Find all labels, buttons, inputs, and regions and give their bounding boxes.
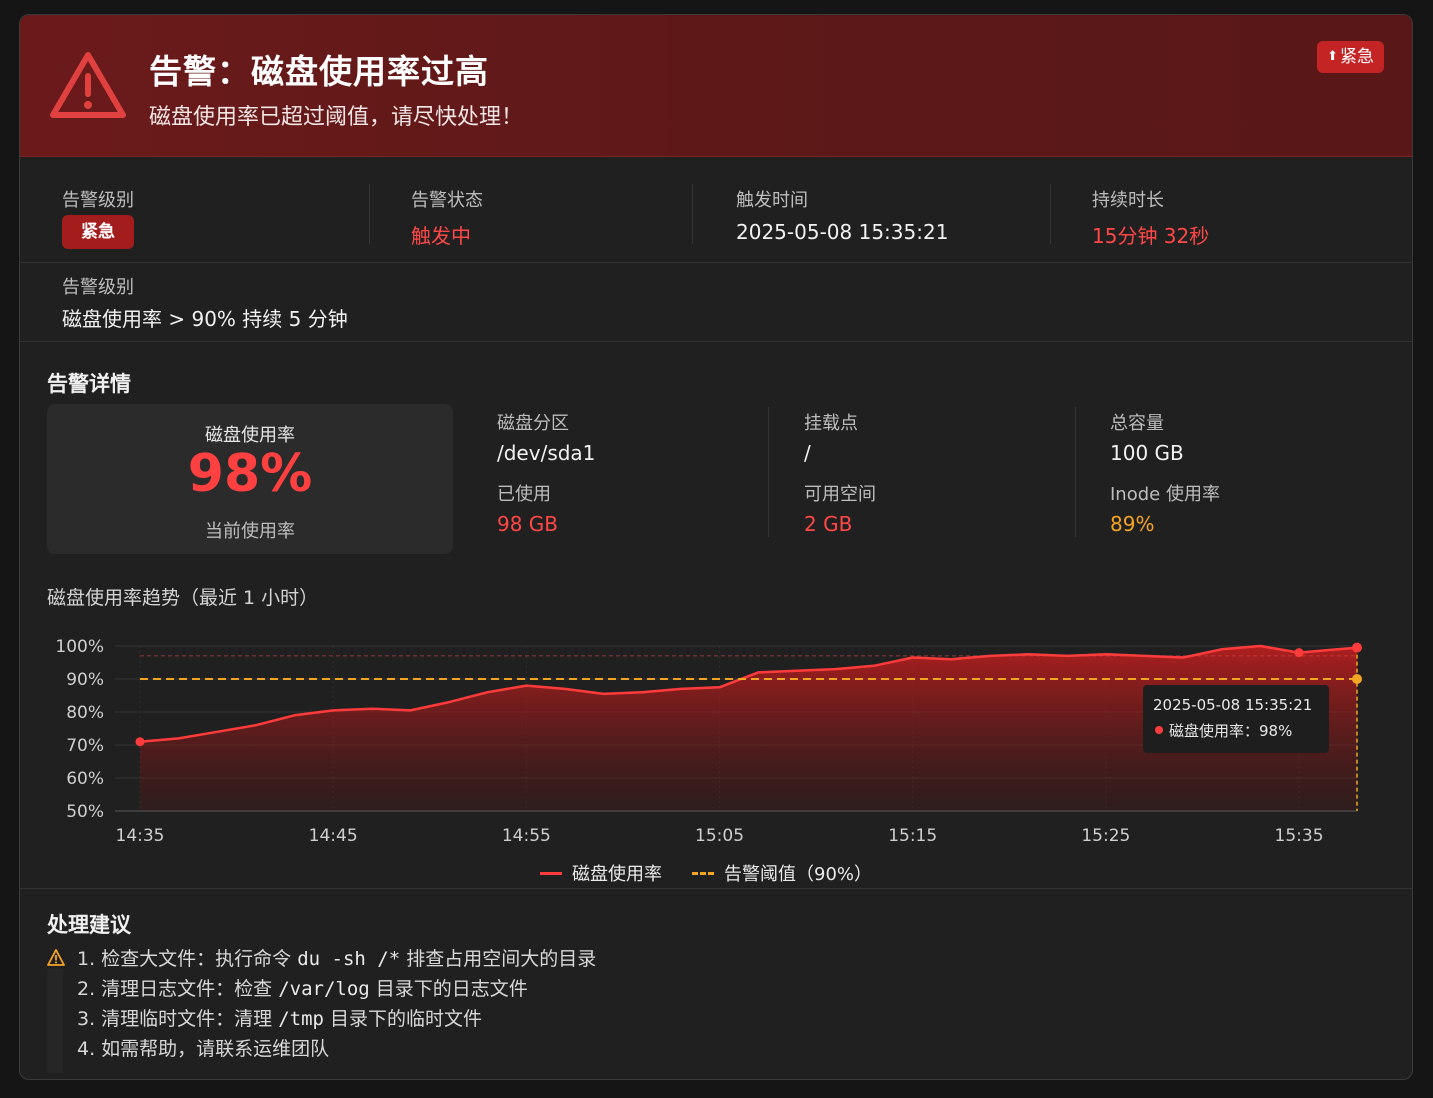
rule-value: 磁盘使用率 > 90% 持续 5 分钟 <box>62 307 348 331</box>
usage-point-current <box>1352 642 1362 653</box>
inode-value: 89% <box>1110 512 1155 536</box>
y-tick-label: 80% <box>66 703 104 723</box>
step-4: 4. 如需帮助，请联系运维团队 <box>77 1038 330 1060</box>
warning-triangle-icon <box>50 52 126 118</box>
x-tick-label: 15:25 <box>1081 826 1130 846</box>
used-value: 98 GB <box>497 512 559 536</box>
usage-point-start <box>135 737 145 747</box>
divider <box>1075 407 1076 537</box>
y-tick-label: 50% <box>66 802 104 822</box>
total-value: 100 GB <box>1110 441 1184 465</box>
arrow-up-icon: ⬆ <box>1327 49 1338 64</box>
step-3: 3. 清理临时文件：清理 /tmp 目录下的临时文件 <box>77 1008 483 1030</box>
total-label: 总容量 <box>1110 413 1164 434</box>
rule-label: 告警级别 <box>62 277 134 298</box>
alert-card: 告警：磁盘使用率过高 磁盘使用率已超过阈值，请尽快处理！ ⬆ 紧急 告警级别 紧… <box>19 14 1413 1080</box>
legend-usage-label: 磁盘使用率 <box>572 864 662 885</box>
partition-value: /dev/sda1 <box>497 441 596 465</box>
free-value: 2 GB <box>804 512 853 536</box>
x-tick-label: 14:35 <box>116 826 165 846</box>
tooltip-value: 磁盘使用率：98% <box>1169 722 1293 740</box>
legend-threshold-label: 告警阈值（90%） <box>724 864 873 885</box>
level-badge: 紧急 <box>62 215 134 249</box>
suggestions: 处理建议 1. 检查大文件：执行命令 du -sh /* 排查占用空间大的目录 … <box>20 888 1412 1079</box>
legend-line-solid <box>540 871 562 875</box>
tooltip-time: 2025-05-08 15:35:21 <box>1153 696 1313 714</box>
divider <box>1050 184 1051 244</box>
tooltip-dot <box>1155 726 1163 734</box>
urgent-tag-label: 紧急 <box>1340 47 1374 67</box>
code-var-log: /var/log <box>278 978 370 1000</box>
usage-value: 98% <box>187 444 313 504</box>
mount-label: 挂载点 <box>804 413 858 434</box>
trend-chart: 磁盘使用率趋势（最近 1 小时） 100% 90% 80% 70% 60% 50% 14:3… <box>20 575 1412 887</box>
alert-rule: 告警级别 磁盘使用率 > 90% 持续 5 分钟 <box>20 263 1412 342</box>
x-tick-label: 14:45 <box>309 826 358 846</box>
alert-subtitle: 磁盘使用率已超过阈值，请尽快处理！ <box>149 105 524 130</box>
chart-legend: 磁盘使用率 告警阈值（90%） <box>540 860 872 886</box>
x-tick-label: 14:55 <box>502 826 551 846</box>
details-title: 告警详情 <box>47 372 131 396</box>
divider <box>369 184 370 244</box>
threshold-point-current <box>1352 674 1362 684</box>
free-label: 可用空间 <box>804 484 876 505</box>
alert-header: 告警：磁盘使用率过高 磁盘使用率已超过阈值，请尽快处理！ ⬆ 紧急 <box>20 15 1412 157</box>
x-tick-label: 15:15 <box>888 826 937 846</box>
mount-value: / <box>804 441 811 465</box>
alert-summary: 告警级别 紧急 告警状态 触发中 触发时间 2025-05-08 15:35:2… <box>20 156 1412 263</box>
divider <box>768 407 769 537</box>
level-label: 告警级别 <box>62 190 134 211</box>
y-tick-label: 60% <box>66 769 104 789</box>
chart-tooltip: 2025-05-08 15:35:21 磁盘使用率：98% <box>1143 685 1329 753</box>
partition-label: 磁盘分区 <box>497 413 569 434</box>
duration-value: 15分钟 32秒 <box>1092 224 1210 248</box>
x-tick-label: 15:35 <box>1275 826 1324 846</box>
usage-point <box>1294 648 1304 658</box>
used-label: 已使用 <box>497 484 551 505</box>
duration-label: 持续时长 <box>1092 190 1164 211</box>
y-tick-label: 100% <box>55 637 104 657</box>
usage-sub: 当前使用率 <box>205 521 295 542</box>
status-value: 触发中 <box>411 224 471 248</box>
step-2: 2. 清理日志文件：检查 /var/log 目录下的日志文件 <box>77 978 528 1000</box>
y-tick-label: 90% <box>66 670 104 690</box>
alert-title: 告警：磁盘使用率过高 <box>149 52 489 91</box>
y-tick-label: 70% <box>66 736 104 756</box>
suggestions-title: 处理建议 <box>47 913 131 937</box>
status-label: 告警状态 <box>411 190 483 211</box>
legend-usage[interactable]: 磁盘使用率 <box>540 860 662 886</box>
trigger-time-label: 触发时间 <box>736 190 808 211</box>
x-tick-label: 15:05 <box>695 826 744 846</box>
code-du: du -sh /* <box>297 948 401 970</box>
divider <box>692 184 693 244</box>
usage-card: 磁盘使用率 98% 当前使用率 <box>47 404 453 554</box>
urgent-tag: ⬆ 紧急 <box>1317 41 1384 73</box>
step-1: 1. 检查大文件：执行命令 du -sh /* 排查占用空间大的目录 <box>77 948 597 970</box>
inode-label: Inode 使用率 <box>1110 484 1220 505</box>
steps-rail <box>47 969 63 1073</box>
legend-threshold[interactable]: 告警阈值（90%） <box>692 860 872 886</box>
legend-line-dashed <box>692 871 714 875</box>
code-tmp: /tmp <box>278 1008 324 1030</box>
warning-icon <box>47 949 65 966</box>
trigger-time-value: 2025-05-08 15:35:21 <box>736 220 949 244</box>
